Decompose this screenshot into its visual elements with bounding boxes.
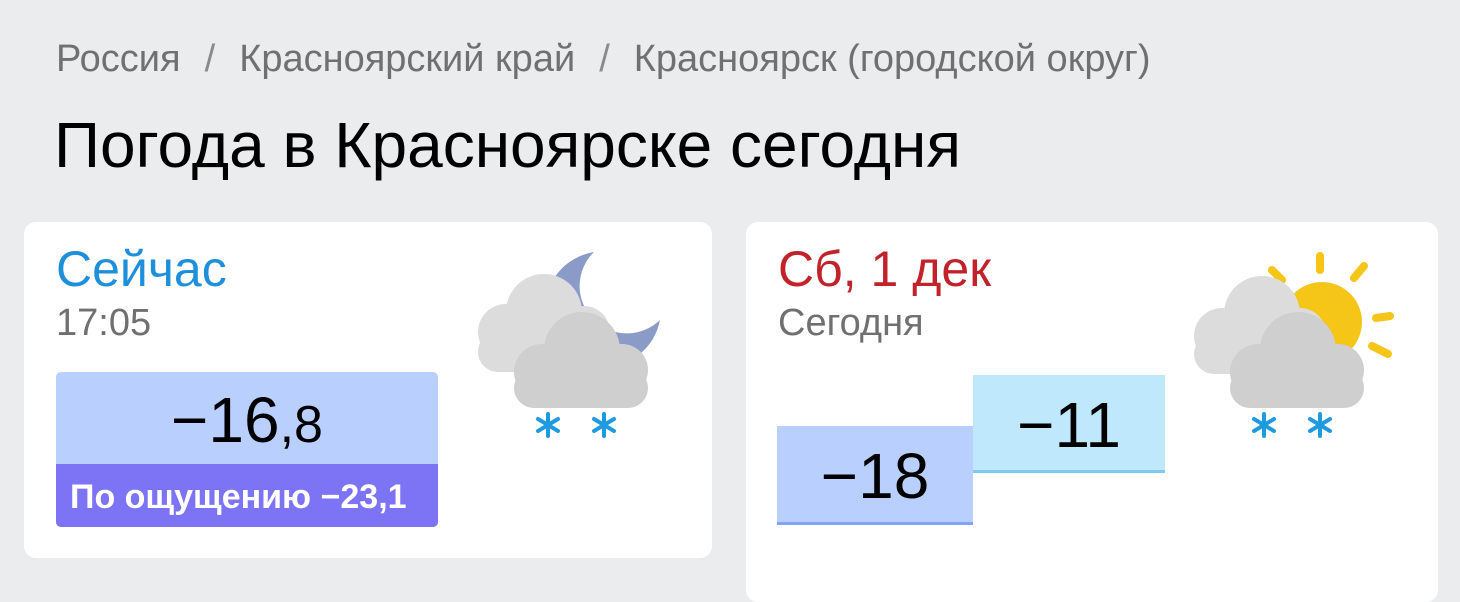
current-weather-card[interactable]: Сейчас 17:05 −16,8 По ощущению −23,1 (24, 222, 712, 558)
breadcrumb-item-city[interactable]: Красноярск (городской округ) (634, 38, 1151, 80)
day-sublabel: Сегодня (778, 302, 924, 344)
current-temperature: −16,8 (56, 372, 438, 464)
day-label[interactable]: Сб, 1 дек (778, 240, 991, 298)
temperature-integer: −16 (171, 384, 280, 456)
cloudy-night-light-snow-icon (478, 252, 660, 438)
snowflakes (1252, 412, 1332, 438)
page-title: Погода в Красноярске сегодня (54, 109, 962, 181)
temperature-fraction: ,8 (279, 396, 323, 454)
now-time: 17:05 (56, 302, 152, 344)
min-temperature: −18 (777, 426, 973, 525)
snowflakes (536, 412, 616, 438)
max-temperature: −11 (973, 375, 1165, 473)
now-label[interactable]: Сейчас (56, 240, 227, 298)
breadcrumb-separator: / (204, 38, 216, 80)
current-temperature-box: −16,8 По ощущению −23,1 (56, 372, 438, 527)
breadcrumb-separator: / (599, 38, 610, 80)
partly-cloudy-day-light-snow-icon (1194, 252, 1394, 438)
breadcrumb-item-country[interactable]: Россия (56, 38, 181, 80)
today-forecast-card[interactable]: Сб, 1 дек Сегодня −18 −11 (746, 222, 1438, 602)
breadcrumb-item-region[interactable]: Красноярский край (239, 38, 575, 80)
feels-like-temperature: По ощущению −23,1 (56, 464, 438, 527)
breadcrumb: Россия / Красноярский край / Красноярск (гор… (56, 38, 1151, 81)
